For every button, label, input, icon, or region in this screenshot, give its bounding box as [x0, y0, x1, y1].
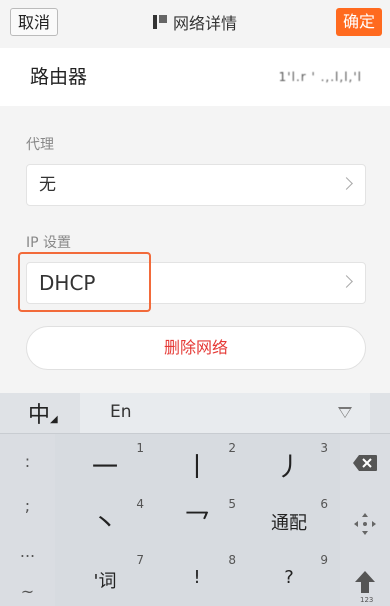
router-row: 路由器 1'l.r ' .,.l,l,'l	[0, 48, 390, 106]
english-mode-key[interactable]: En	[80, 393, 370, 433]
backspace-icon[interactable]	[352, 454, 378, 472]
question-key[interactable]: ? 9	[244, 549, 334, 603]
symbol-column: : ; ... ~	[0, 434, 55, 606]
key-number: 2	[228, 441, 236, 455]
control-column: 123	[340, 434, 390, 606]
wildcard-key[interactable]: 通配 6	[244, 493, 334, 547]
key-number: 8	[228, 553, 236, 567]
page-title-text: 网络详情	[172, 14, 237, 33]
confirm-button[interactable]: 确定	[336, 8, 382, 36]
key-number: 7	[136, 553, 144, 567]
chevron-right-icon	[340, 275, 353, 288]
chinese-mode-label: 中	[28, 403, 51, 428]
router-label: 路由器	[30, 66, 88, 88]
key-number: 4	[136, 497, 144, 511]
proxy-section-label: 代理	[26, 137, 54, 153]
navigation-bar: 取消 网络详情 确定	[0, 0, 390, 44]
key-symbol: ?	[284, 567, 294, 588]
chevron-right-icon	[340, 177, 353, 190]
symbol-key-semicolon[interactable]: ;	[0, 496, 55, 515]
collapse-keyboard-icon[interactable]	[338, 407, 352, 418]
stroke-key-2[interactable]: 丨 2	[152, 437, 242, 491]
proxy-select[interactable]: 无	[26, 164, 366, 206]
keyboard-toolbar: 中◢ En	[0, 393, 390, 434]
delete-network-button[interactable]: 删除网络	[26, 326, 366, 370]
symbol-key-colon[interactable]: :	[0, 452, 55, 471]
key-symbol: 通配	[271, 513, 307, 534]
key-symbol: !	[193, 567, 201, 588]
chinese-mode-key[interactable]: 中◢	[28, 397, 58, 429]
page-title: 网络详情	[0, 0, 390, 44]
keyboard: 中◢ En : ; ... ~ 一 1 丨 2 丿 3 丶 4 乛 5 通配 6…	[0, 393, 390, 606]
proxy-value: 无	[39, 175, 56, 195]
stroke-key-4[interactable]: 丶 4	[60, 493, 150, 547]
stroke-key-5[interactable]: 乛 5	[152, 493, 242, 547]
shift-icon[interactable]	[353, 569, 377, 599]
key-number: 3	[320, 441, 328, 455]
router-address: 1'l.r ' .,.l,l,'l	[278, 70, 362, 84]
move-cursor-icon[interactable]	[353, 512, 377, 536]
symbol-key-tilde[interactable]: ~	[0, 582, 55, 601]
key-symbol: '词	[93, 571, 117, 592]
highlight-box	[18, 252, 151, 312]
symbol-key-ellipsis[interactable]: ...	[0, 542, 55, 561]
exclaim-key[interactable]: ! 8	[152, 549, 242, 603]
stroke-key-1[interactable]: 一 1	[60, 437, 150, 491]
ip-section-label: IP 设置	[26, 235, 72, 251]
key-number: 5	[228, 497, 236, 511]
app-logo-icon	[152, 15, 167, 29]
word-key[interactable]: '词 7	[60, 549, 150, 603]
stroke-key-3[interactable]: 丿 3	[244, 437, 334, 491]
key-number: 9	[320, 553, 328, 567]
shift-label: 123	[360, 596, 374, 604]
key-number: 6	[320, 497, 328, 511]
english-mode-label: En	[110, 402, 132, 422]
key-number: 1	[136, 441, 144, 455]
